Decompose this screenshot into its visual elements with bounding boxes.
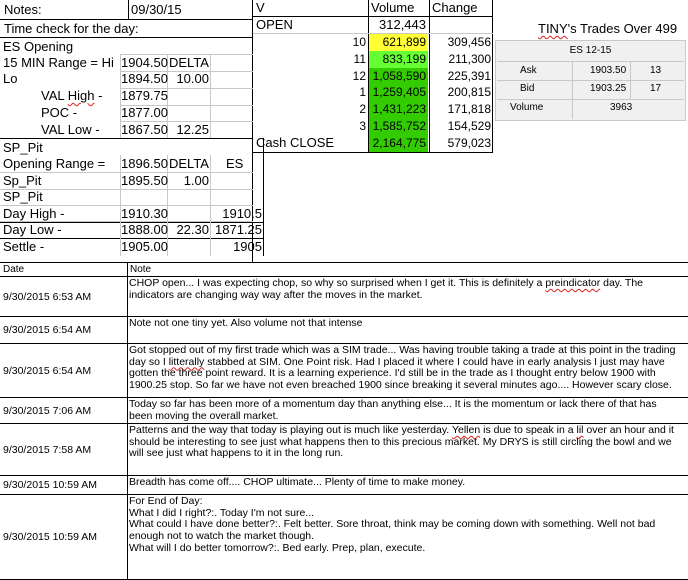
- ask-label: Ask: [520, 65, 537, 76]
- log-entry-date[interactable]: 9/30/2015 7:58 AM: [3, 444, 91, 456]
- notes-label: Notes:: [4, 2, 42, 17]
- open-label: OPEN: [256, 17, 293, 32]
- opening-range-value[interactable]: 1896.50: [120, 156, 168, 172]
- tiny-panel: ES 12-15 Ask 1903.50 13 Bid 1903.25 17 V…: [495, 40, 686, 121]
- poc-label: POC -: [41, 105, 78, 120]
- volume-row-volume[interactable]: 1,259,405: [369, 84, 428, 101]
- settle-value[interactable]: 1905.00: [120, 239, 168, 255]
- close-change[interactable]: 579,023: [430, 135, 492, 152]
- opening-range-label: Opening Range =: [3, 156, 106, 171]
- log-entry-note[interactable]: For End of Day: What I did I right?:. Tod…: [129, 496, 687, 579]
- close-volume[interactable]: 2,164,775: [369, 135, 428, 152]
- ask-value: 1903.50: [590, 65, 627, 76]
- sp-es-label: ES: [226, 156, 244, 171]
- range-hi-value[interactable]: 1904.50: [120, 55, 168, 71]
- volume-row-level: 1: [359, 85, 366, 99]
- val-low-label: VAL Low -: [41, 122, 100, 137]
- range-delta-value[interactable]: 10.00: [168, 71, 209, 87]
- volume-row-level: 12: [352, 69, 366, 83]
- log-entry-date[interactable]: 9/30/2015 6:53 AM: [3, 291, 91, 303]
- val-high-value[interactable]: 1879.75: [120, 88, 168, 104]
- day-low-value[interactable]: 1888.00: [120, 222, 168, 238]
- val-high-label: VAL High -: [41, 88, 103, 103]
- delta-label: DELTA: [169, 55, 209, 70]
- day-high-label: Day High -: [3, 206, 65, 221]
- day-low-es-value[interactable]: 1871.25: [210, 222, 262, 238]
- day-high-value[interactable]: 1910.30: [120, 206, 168, 222]
- range-lo-value[interactable]: 1894.50: [120, 71, 168, 87]
- sp-pit-label-3: SP_Pit: [3, 189, 43, 204]
- time-check-label: Time check for the day:: [4, 21, 139, 36]
- log-entry-note[interactable]: Got stopped out of my first trade which …: [129, 345, 687, 397]
- col-change-header: Change: [432, 0, 478, 15]
- sp-pit-label-1: SP_Pit: [3, 140, 43, 155]
- day-low-label: Day Low -: [3, 222, 62, 237]
- volume-row-level: 10: [352, 35, 366, 49]
- log-entry-note[interactable]: Patterns and the way that today is playi…: [129, 425, 687, 475]
- open-volume[interactable]: 312,443: [369, 17, 426, 33]
- sp-delta-label: DELTA: [169, 156, 209, 171]
- ask-size-value: 13: [650, 65, 662, 76]
- log-entry-date[interactable]: 9/30/2015 10:59 AM: [3, 531, 97, 543]
- day-high-es-value[interactable]: 1910.5: [210, 206, 262, 222]
- volume-row-change[interactable]: 171,818: [430, 101, 492, 118]
- es-opening-title: ES Opening: [3, 39, 74, 54]
- volume-row-volume[interactable]: 1,585,752: [369, 118, 428, 135]
- log-entry-note[interactable]: CHOP open... I was expecting chop, so wh…: [129, 278, 687, 316]
- cash-close-label: Cash CLOSE: [256, 135, 335, 150]
- tiny-panel-title: ES 12-15: [569, 45, 612, 56]
- poc-value[interactable]: 1877.00: [120, 105, 168, 121]
- volume-row-change[interactable]: 211,300: [430, 51, 492, 68]
- volume-row-change[interactable]: 225,391: [430, 68, 492, 85]
- volume-row-change[interactable]: 154,529: [430, 118, 492, 135]
- volume-row-volume[interactable]: 621,899: [369, 34, 428, 51]
- volume-row-volume[interactable]: 833,199: [369, 51, 428, 68]
- volume-row-change[interactable]: 309,456: [430, 34, 492, 51]
- settle-label: Settle -: [3, 239, 45, 254]
- sp-pit-label-2: Sp_Pit: [3, 173, 42, 188]
- volume-label: Volume: [510, 102, 544, 113]
- bid-label: Bid: [520, 83, 535, 94]
- volume-row-level: 3: [359, 119, 366, 133]
- bid-size-value: 17: [650, 83, 662, 94]
- volume-row-volume[interactable]: 1,058,590: [369, 68, 428, 85]
- date-column-header: Date: [3, 264, 25, 275]
- log-entry-note[interactable]: Note not one tiny yet. Also volume not t…: [129, 318, 687, 343]
- range-label: 15 MIN Range = Hi: [3, 55, 114, 70]
- sp-pit-delta-value[interactable]: 1.00: [168, 173, 209, 189]
- lo-label: Lo: [3, 71, 18, 86]
- settle-es-value[interactable]: 1905: [210, 239, 262, 255]
- log-entry-note[interactable]: Today so far has been more of a momentum…: [129, 399, 687, 423]
- sp-pit-value[interactable]: 1895.50: [120, 173, 168, 189]
- col-v-header: V: [256, 0, 265, 15]
- bid-value: 1903.25: [590, 83, 627, 94]
- log-entry-date[interactable]: 9/30/2015 10:59 AM: [3, 479, 97, 491]
- val-low-value[interactable]: 1867.50: [120, 122, 168, 138]
- volume-row-level: 11: [353, 52, 366, 66]
- volume-row-level: 2: [359, 102, 366, 116]
- volume-value: 3963: [610, 102, 633, 113]
- log-entry-date[interactable]: 9/30/2015 7:06 AM: [3, 405, 91, 417]
- val-low-delta-value[interactable]: 12.25: [168, 122, 209, 138]
- tiny-trades-title: TINY's Trades Over 499: [538, 21, 678, 36]
- log-entry-note[interactable]: Breadth has come off.... CHOP ultimate..…: [129, 477, 687, 494]
- notes-date[interactable]: 09/30/15: [131, 2, 182, 18]
- log-entry-date[interactable]: 9/30/2015 6:54 AM: [3, 365, 91, 377]
- col-volume-header: Volume: [371, 0, 415, 15]
- volume-row-change[interactable]: 200,815: [430, 84, 492, 101]
- day-low-delta-value[interactable]: 22.30: [168, 222, 209, 238]
- volume-row-volume[interactable]: 1,431,223: [369, 101, 428, 118]
- note-column-header: Note: [130, 264, 152, 275]
- log-entry-date[interactable]: 9/30/2015 6:54 AM: [3, 324, 91, 336]
